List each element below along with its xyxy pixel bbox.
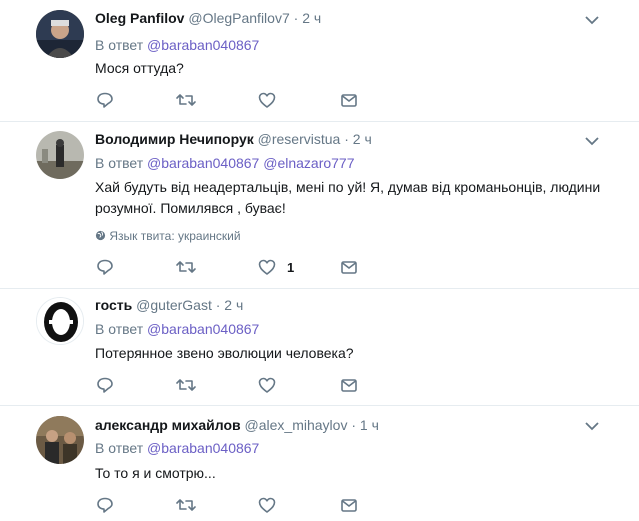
timestamp[interactable]: 2 ч — [302, 10, 321, 26]
retweet-icon — [176, 379, 196, 391]
reply-context: В ответ @baraban040867 — [95, 320, 259, 338]
more-menu-button[interactable] — [583, 417, 601, 435]
tweet-actions — [95, 375, 365, 395]
separator: · — [351, 417, 357, 433]
tweet-header: гость @guterGast · 2 ч — [95, 296, 243, 314]
chevron-down-icon — [585, 422, 599, 431]
timestamp[interactable]: 1 ч — [360, 417, 379, 433]
reply-button[interactable] — [95, 495, 115, 515]
tweet-text: Мося оттуда? — [95, 60, 184, 76]
reply-prefix: В ответ — [95, 321, 144, 337]
reply-button[interactable] — [95, 257, 115, 277]
reply-icon — [97, 92, 113, 108]
author-handle[interactable]: @reservistua — [258, 131, 341, 147]
heart-icon — [258, 92, 276, 108]
tweet-text: То то я и смотрю... — [95, 465, 216, 481]
reply-button[interactable] — [95, 90, 115, 110]
reply-icon — [97, 259, 113, 275]
reply-button[interactable] — [95, 375, 115, 395]
like-button[interactable] — [257, 375, 277, 395]
tweet-header: Володимир Нечипорук @reservistua · 2 ч — [95, 130, 372, 148]
author-name[interactable]: Володимир Нечипорук — [95, 131, 254, 147]
retweet-button[interactable] — [175, 257, 197, 277]
tweet-actions: 1 — [95, 257, 365, 277]
avatar[interactable] — [36, 131, 84, 179]
author-name[interactable]: александр михайлов — [95, 417, 241, 433]
timestamp[interactable]: 2 ч — [224, 297, 243, 313]
direct-message-button[interactable] — [339, 375, 359, 395]
like-button[interactable] — [257, 90, 277, 110]
envelope-icon — [341, 499, 357, 512]
chevron-down-icon — [585, 137, 599, 146]
globe-icon — [95, 230, 106, 241]
retweet-button[interactable] — [175, 90, 197, 110]
direct-message-button[interactable] — [339, 495, 359, 515]
avatar[interactable] — [36, 416, 84, 464]
timestamp[interactable]: 2 ч — [353, 131, 372, 147]
like-count: 1 — [287, 259, 295, 275]
mention-link[interactable]: @baraban040867 — [147, 440, 259, 456]
heart-icon — [258, 377, 276, 393]
chevron-down-icon — [585, 16, 599, 25]
heart-icon — [258, 497, 276, 513]
avatar[interactable] — [36, 10, 84, 58]
separator: · — [293, 10, 299, 26]
direct-message-button[interactable] — [339, 90, 359, 110]
author-handle[interactable]: @alex_mihaylov — [245, 417, 348, 433]
mention-link[interactable]: @baraban040867 — [147, 155, 259, 171]
reply-icon — [97, 497, 113, 513]
tweet-header: Oleg Panfilov @OlegPanfilov7 · 2 ч — [95, 9, 321, 27]
tweet-actions — [95, 90, 365, 110]
envelope-icon — [341, 94, 357, 107]
tweet-language-label: Язык твита: украинский — [109, 229, 241, 243]
retweet-icon — [176, 261, 196, 273]
mention-link[interactable]: @baraban040867 — [147, 37, 259, 53]
tweet[interactable]: гость @guterGast · 2 ч В ответ @baraban0… — [0, 289, 639, 406]
avatar-photo-icon — [36, 131, 84, 179]
author-handle[interactable]: @guterGast — [136, 297, 212, 313]
reply-context: В ответ @baraban040867 @elnazaro777 — [95, 154, 355, 172]
author-name[interactable]: гость — [95, 297, 132, 313]
avatar-photo-icon — [36, 10, 84, 58]
separator: · — [344, 131, 349, 147]
author-name[interactable]: Oleg Panfilov — [95, 10, 184, 26]
tweet-header: александр михайлов @alex_mihaylov · 1 ч — [95, 416, 379, 434]
reply-prefix: В ответ — [95, 155, 144, 171]
avatar-logo-icon — [37, 298, 83, 344]
tweet[interactable]: Володимир Нечипорук @reservistua · 2 ч В… — [0, 122, 639, 289]
envelope-icon — [341, 379, 357, 392]
reply-prefix: В ответ — [95, 440, 144, 456]
more-menu-button[interactable] — [583, 132, 601, 150]
tweet[interactable]: александр михайлов @alex_mihaylov · 1 ч … — [0, 406, 639, 521]
avatar[interactable] — [36, 297, 84, 345]
tweet-language: Язык твита: украинский — [95, 228, 241, 244]
mention-link[interactable]: @baraban040867 — [147, 321, 259, 337]
retweet-button[interactable] — [175, 375, 197, 395]
like-button[interactable]: 1 — [257, 257, 294, 277]
envelope-icon — [341, 261, 357, 274]
heart-icon — [258, 259, 276, 275]
more-menu-button[interactable] — [583, 11, 601, 29]
tweet-text: Хай будуть від неадертальців, мені по уй… — [95, 179, 601, 216]
author-handle[interactable]: @OlegPanfilov7 — [188, 10, 289, 26]
tweet-text: Потерянное звено эволюции человека? — [95, 345, 354, 361]
retweet-button[interactable] — [175, 495, 197, 515]
mention-link[interactable]: @elnazaro777 — [263, 155, 354, 171]
reply-prefix: В ответ — [95, 37, 144, 53]
reply-icon — [97, 377, 113, 393]
reply-context: В ответ @baraban040867 — [95, 439, 259, 457]
retweet-icon — [176, 94, 196, 106]
separator: · — [215, 297, 221, 313]
avatar-photo-icon — [36, 416, 84, 464]
direct-message-button[interactable] — [339, 257, 359, 277]
reply-context: В ответ @baraban040867 — [95, 36, 259, 54]
like-button[interactable] — [257, 495, 277, 515]
retweet-icon — [176, 499, 196, 511]
tweet-actions — [95, 495, 365, 515]
tweet[interactable]: Oleg Panfilov @OlegPanfilov7 · 2 ч В отв… — [0, 0, 639, 122]
